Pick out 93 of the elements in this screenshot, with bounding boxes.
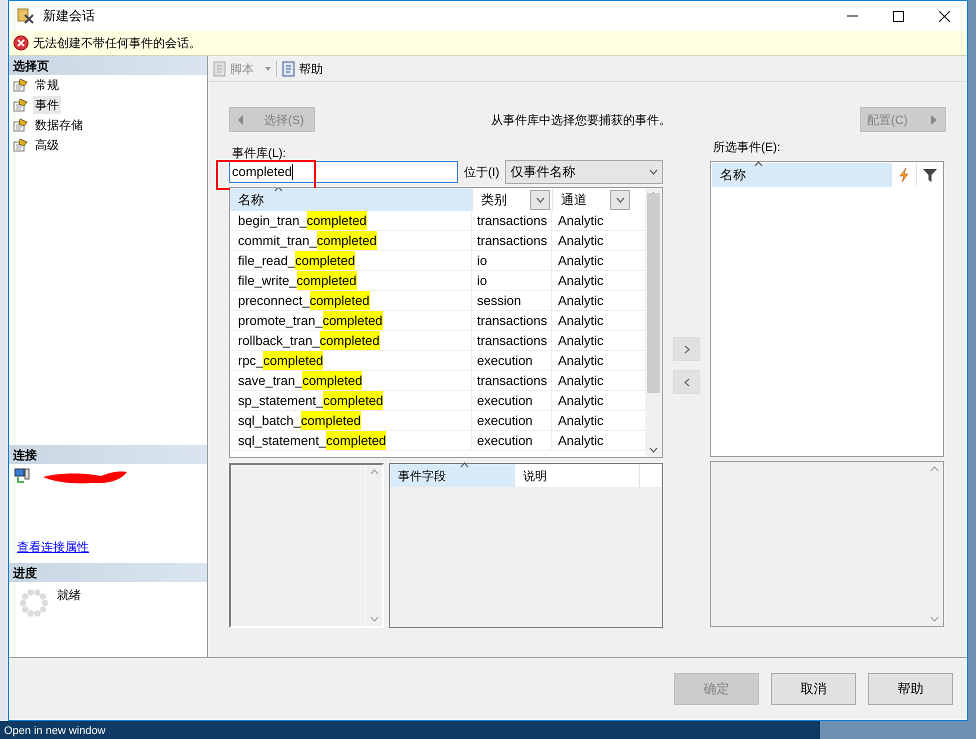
table-cell: begin_tran_completed [230,211,472,230]
table-cell: transactions [472,371,552,390]
table-cell-text: Analytic [557,432,605,450]
table-cell-text: Analytic [557,212,605,230]
scrollbar[interactable] [645,188,662,457]
right-triangle-icon [931,114,937,124]
sort-caret-icon [754,161,763,167]
column-header[interactable]: 名称 [712,163,892,187]
table-cell: execution [472,351,552,370]
column-header[interactable]: 通道 [553,190,610,210]
column-filter-button[interactable] [610,190,630,210]
table-cell-text: Analytic [557,372,605,390]
app-icon [17,7,35,25]
table-cell: file_write_completed [230,271,472,290]
table-cell: transactions [472,331,552,350]
left-triangle-icon [238,114,244,124]
table-cell: rollback_tran_completed [230,331,472,350]
taskbar-text: Open in new window [3,725,106,738]
sort-caret-icon [460,462,469,468]
table-cell: rpc_completed [230,351,472,370]
sidebar-item[interactable]: 高级 [33,136,61,154]
table-cell: transactions [472,311,552,330]
column-header[interactable]: 名称 [230,188,472,211]
scroll-down-icon [649,447,658,453]
table-cell: sql_statement_completed [230,431,472,450]
sidebar-item[interactable]: 常规 [33,76,61,94]
error-icon [13,35,29,51]
scroll-down-icon [370,616,378,622]
instruction-text: 从事件库中选择您要捕获的事件。 [491,112,671,128]
window-title: 新建会话 [43,7,95,26]
table-cell: execution [472,411,552,430]
toolbar-button[interactable]: 帮助 [281,60,323,78]
dialog-button[interactable]: 帮助 [868,673,953,705]
filter-icon [922,168,936,182]
table-cell: file_read_completed [230,251,472,270]
table-cell: session [472,291,552,310]
table-cell-text: Analytic [557,332,605,350]
scroll-up-icon [930,466,939,472]
sidebar-item[interactable]: 事件 [33,96,61,114]
section-header: 连接 [9,445,207,464]
table-cell: execution [472,391,552,410]
table-cell: save_tran_completed [230,371,472,390]
error-message: 无法创建不带任何事件的会话。 [33,35,201,52]
selected-events-label: 所选事件(E): [713,139,782,154]
dropdown-caret-icon [649,169,658,175]
table-cell: transactions [472,211,552,230]
sidebar-item[interactable]: 数据存储 [33,116,85,134]
table-cell: io [472,251,552,270]
document-icon [212,60,228,76]
maximize-icon [892,10,904,22]
table-cell-text: Analytic [557,392,605,410]
table-cell-text: Analytic [557,232,605,250]
status-text: 就绪 [57,587,81,604]
close-icon [938,10,950,22]
table-cell-text: Analytic [557,412,605,430]
scroll-up-icon [370,469,378,475]
table-cell-text: Analytic [557,252,605,270]
document-icon [281,60,297,76]
table-cell: sp_statement_completed [230,391,472,410]
column-header[interactable]: 类别 [473,190,530,210]
table-cell: preconnect_completed [230,291,472,310]
section-header: 选择页 [9,56,207,75]
table-cell: io [472,271,552,290]
scroll-down-icon [930,616,939,622]
caret-icon [536,196,544,202]
search-field[interactable]: completed [229,161,458,183]
page-icon [13,118,29,132]
server-icon [14,468,30,484]
table-cell: execution [472,431,552,450]
scope-label: 位于(I) [464,164,500,181]
table-cell: commit_tran_completed [230,231,472,250]
column-header[interactable]: 事件字段 [390,464,515,487]
library-label: 事件库(L): [232,145,287,160]
page-icon [13,138,29,152]
spinner-icon [19,588,49,618]
table-cell-text: Analytic [557,352,605,370]
section-header: 进度 [9,563,207,582]
connection-properties-link[interactable]: 查看连接属性 [17,538,89,556]
page-icon [13,98,29,112]
lightning-icon [899,168,909,182]
table-cell-text: Analytic [557,272,605,290]
table-cell-text: Analytic [557,312,605,330]
caret-icon [616,196,624,202]
table-cell-text: Analytic [557,292,605,310]
page-icon [13,78,29,92]
table-cell: transactions [472,231,552,250]
column-filter-button[interactable] [530,190,550,210]
dialog-button[interactable]: 取消 [771,673,856,705]
scope-dropdown[interactable]: 仅事件名称 [505,160,663,184]
table-cell: sql_batch_completed [230,411,472,430]
minimize-icon [846,15,858,17]
column-header[interactable]: 说明 [515,464,640,487]
table-cell: promote_tran_completed [230,311,472,330]
